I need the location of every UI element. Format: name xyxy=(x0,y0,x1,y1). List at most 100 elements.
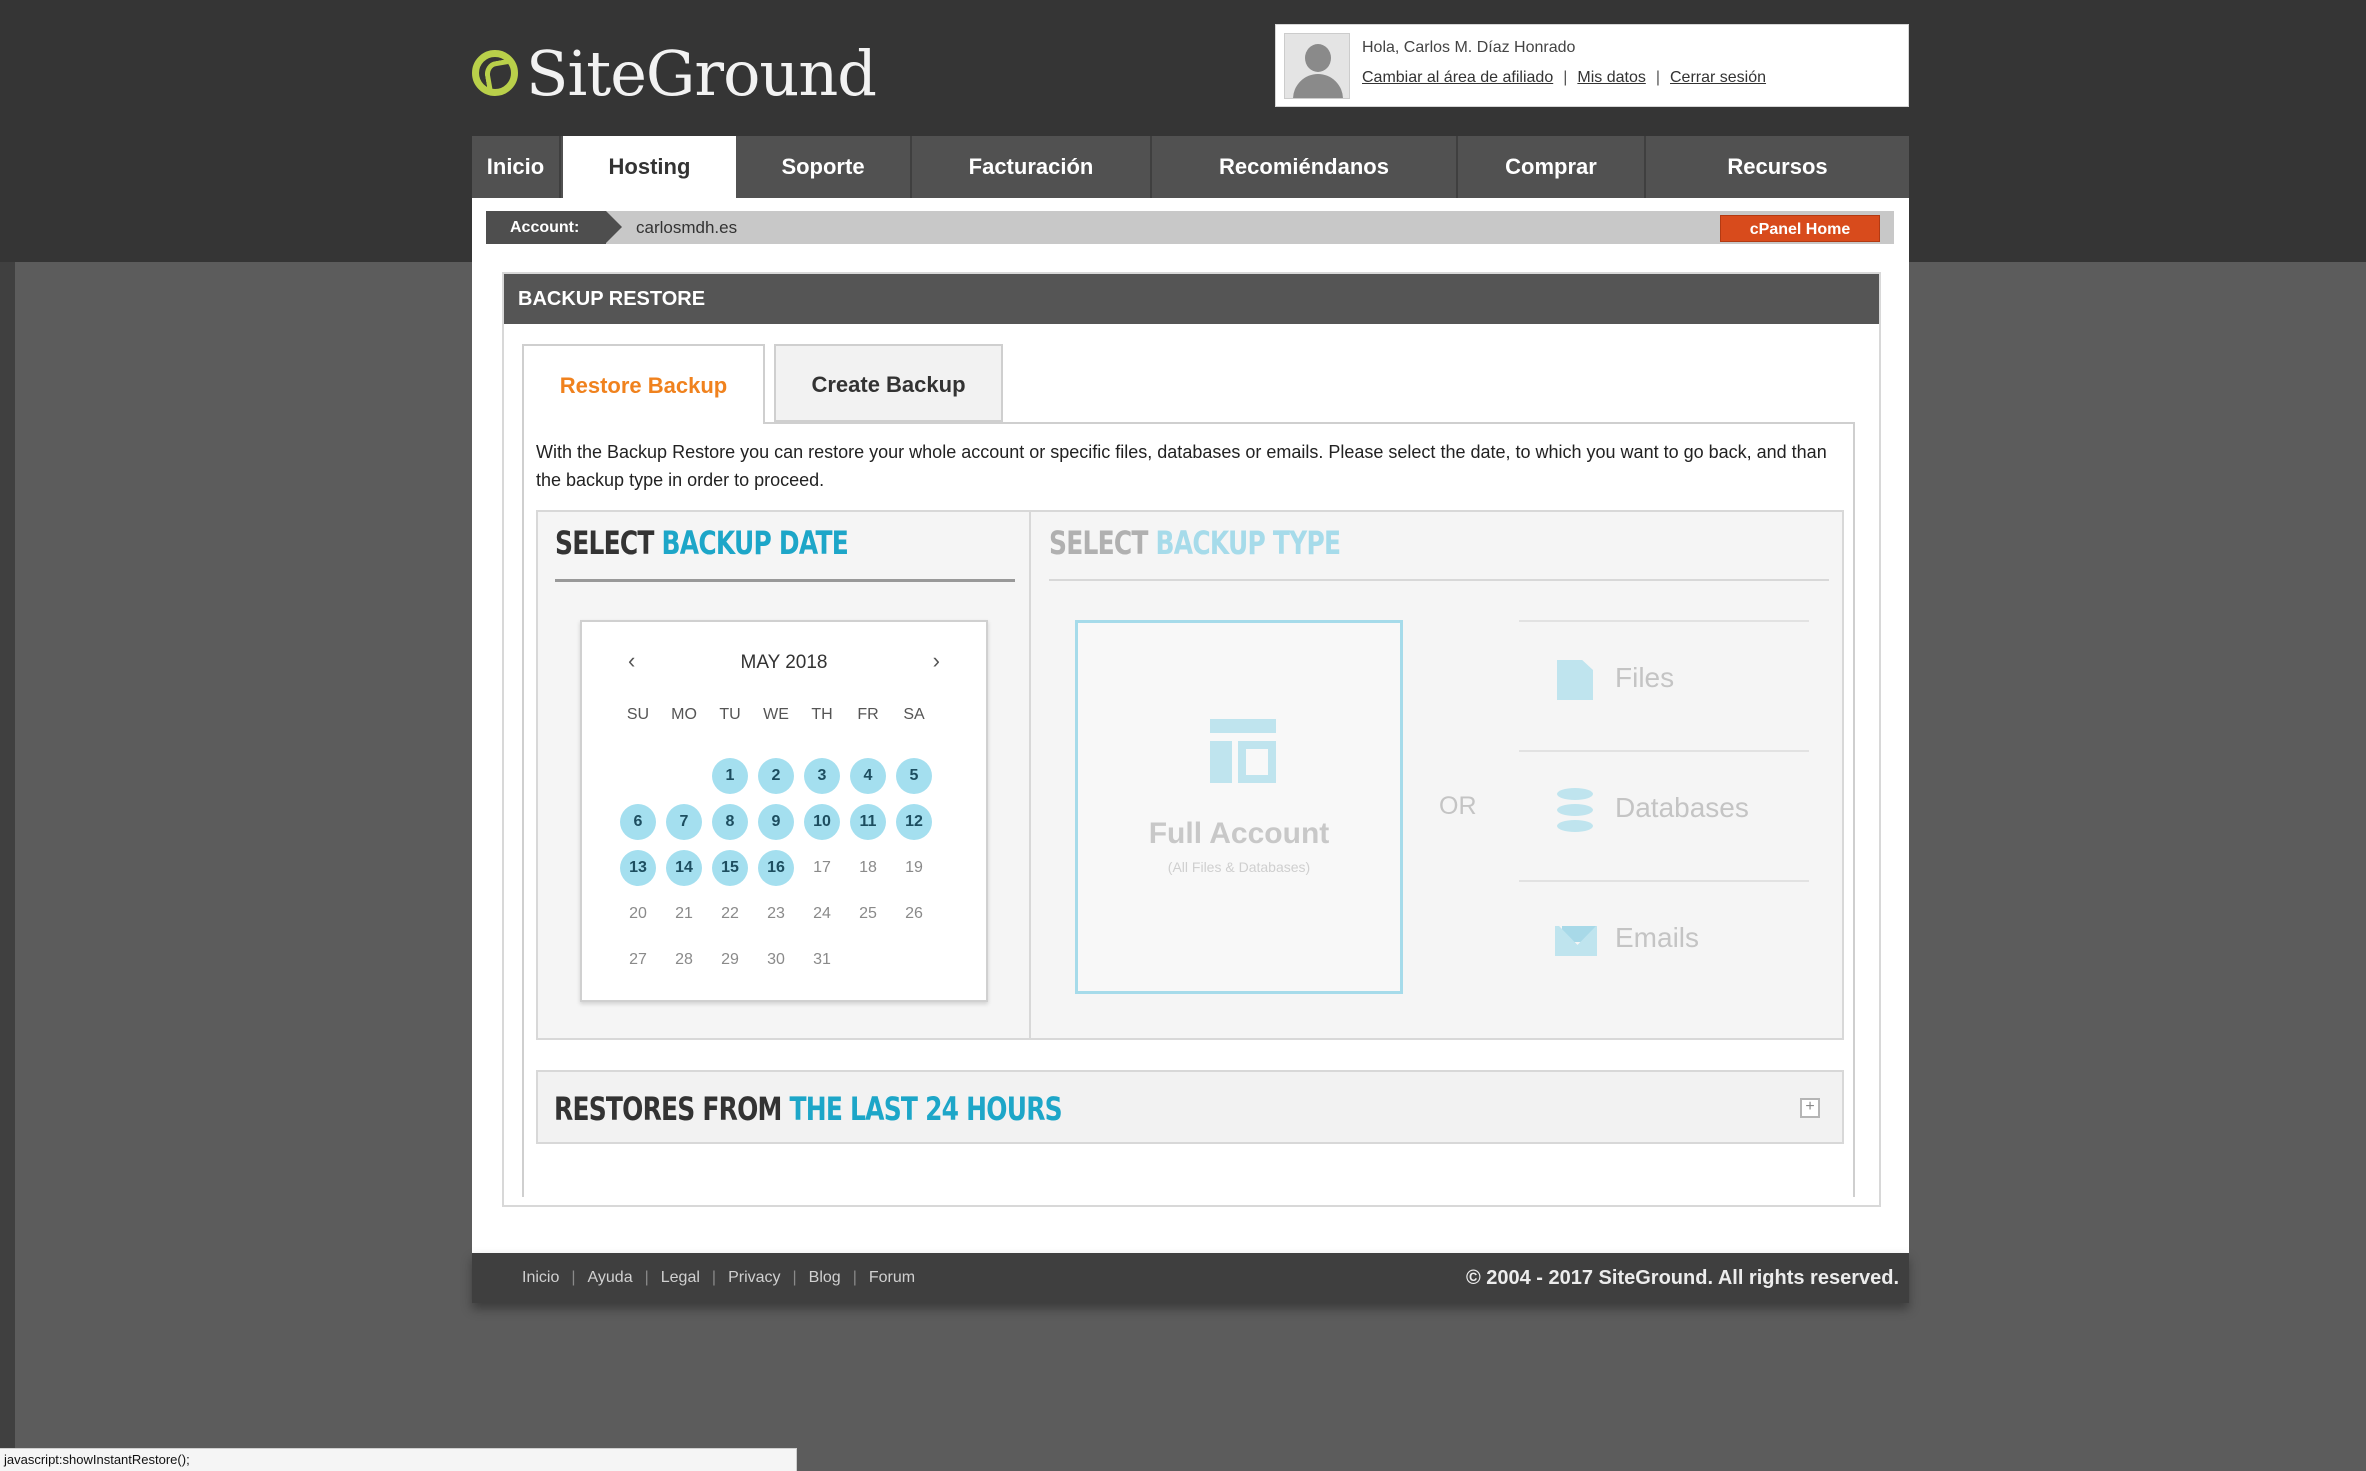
browser-status-bar: javascript:showInstantRestore(); xyxy=(0,1448,797,1471)
files-option[interactable]: Files xyxy=(1519,620,1809,750)
user-box: Hola, Carlos M. Díaz Honrado Cambiar al … xyxy=(1275,24,1909,107)
calendar-day-available[interactable]: 3 xyxy=(804,758,840,794)
layout-icon-part xyxy=(1210,741,1232,783)
calendar-day-available[interactable]: 4 xyxy=(850,758,886,794)
emails-option[interactable]: Emails xyxy=(1519,880,1809,1010)
siteground-logo[interactable]: SiteGround xyxy=(472,28,877,118)
user-greeting: Hola, Carlos M. Díaz Honrado xyxy=(1362,39,1576,56)
tab-create-backup[interactable]: Create Backup xyxy=(774,344,1003,422)
calendar-day-available[interactable]: 11 xyxy=(850,804,886,840)
calendar-weekday: WE xyxy=(763,706,789,723)
date-picker: ‹ MAY 2018 › SU MO TU WE TH FR SA 1 2 3 4 5 6 7 8 9 10 11… xyxy=(580,620,988,1002)
footer-link-inicio[interactable]: Inicio xyxy=(522,1269,559,1286)
calendar-weekday: SU xyxy=(626,706,650,723)
calendar-day-available[interactable]: 13 xyxy=(620,850,656,886)
calendar-day-available[interactable]: 7 xyxy=(666,804,702,840)
affiliate-link[interactable]: Cambiar al área de afiliado xyxy=(1362,69,1553,86)
footer-links: Inicio | Ayuda | Legal | Privacy | Blog | Forum xyxy=(522,1253,915,1303)
select-area: SELECT BACKUP DATE ‹ MAY 2018 › SU MO TU WE… xyxy=(536,510,1844,1040)
heading-plain: SELECT xyxy=(555,524,662,562)
calendar-day-available[interactable]: 6 xyxy=(620,804,656,840)
heading-accent: BACKUP DATE xyxy=(661,524,849,562)
expand-icon[interactable]: + xyxy=(1800,1098,1820,1118)
calendar-day-available[interactable]: 16 xyxy=(758,850,794,886)
my-data-link[interactable]: Mis datos xyxy=(1577,69,1645,86)
description-text: With the Backup Restore you can restore … xyxy=(536,442,1827,490)
calendar-day-unavailable: 24 xyxy=(813,905,831,922)
link-separator: | xyxy=(644,1269,649,1286)
left-edge xyxy=(0,262,15,1471)
logo-swirl-icon xyxy=(472,50,518,96)
calendar-day-available[interactable]: 1 xyxy=(712,758,748,794)
calendar-day-unavailable: 25 xyxy=(859,905,877,922)
calendar-day-unavailable: 22 xyxy=(721,905,739,922)
databases-option[interactable]: Databases xyxy=(1519,750,1809,880)
link-separator: | xyxy=(792,1269,797,1286)
main-nav: Inicio Hosting Soporte Facturación Recom… xyxy=(472,136,1909,202)
footer-link-ayuda[interactable]: Ayuda xyxy=(588,1269,633,1286)
calendar-day-available[interactable]: 8 xyxy=(712,804,748,840)
calendar-weekday: TU xyxy=(719,706,741,723)
calendar-day-available[interactable]: 15 xyxy=(712,850,748,886)
link-separator: | xyxy=(852,1269,857,1286)
calendar-day-available[interactable]: 9 xyxy=(758,804,794,840)
calendar-day-unavailable: 26 xyxy=(905,905,923,922)
calendar-day-unavailable: 29 xyxy=(721,951,739,968)
nav-tab-hosting[interactable]: Hosting xyxy=(563,136,736,202)
full-account-option[interactable]: Full Account (All Files & Databases) xyxy=(1075,620,1403,994)
footer-link-blog[interactable]: Blog xyxy=(809,1269,841,1286)
calendar-day-available[interactable]: 5 xyxy=(896,758,932,794)
avatar-head-icon xyxy=(1305,44,1331,72)
backup-restore-box: BACKUP RESTORE Restore Backup Create Bac… xyxy=(502,272,1881,1207)
avatar-body-icon xyxy=(1293,74,1343,98)
restores-last-24h[interactable]: RESTORES FROM THE LAST 24 HOURS + xyxy=(536,1070,1844,1144)
avatar[interactable] xyxy=(1284,33,1350,99)
nav-tab-recursos[interactable]: Recursos xyxy=(1646,136,1909,198)
calendar-weekday: MO xyxy=(671,706,697,723)
calendar-day-available[interactable]: 12 xyxy=(896,804,932,840)
calendar-weekday: SA xyxy=(903,706,925,723)
link-separator: | xyxy=(1655,69,1660,86)
copyright: © 2004 - 2017 SiteGround. All rights res… xyxy=(1465,1267,1899,1289)
nav-tab-inicio[interactable]: Inicio xyxy=(472,136,561,198)
layout-icon xyxy=(1210,719,1276,733)
envelope-icon xyxy=(1555,926,1597,956)
full-account-sublabel: (All Files & Databases) xyxy=(1167,859,1311,875)
footer-link-legal[interactable]: Legal xyxy=(661,1269,700,1286)
nav-tab-facturacion[interactable]: Facturación xyxy=(912,136,1152,198)
calendar-weekday: FR xyxy=(857,706,879,723)
calendar-day-unavailable: 28 xyxy=(675,951,693,968)
chevron-right-icon[interactable]: › xyxy=(933,648,940,674)
calendar-day-unavailable: 21 xyxy=(675,905,693,922)
or-label: OR xyxy=(1439,792,1477,820)
calendar-day-available[interactable]: 2 xyxy=(758,758,794,794)
tab-content: With the Backup Restore you can restore … xyxy=(522,422,1855,1197)
restores-heading: RESTORES FROM THE LAST 24 HOURS xyxy=(554,1090,1063,1128)
cpanel-home-button[interactable]: cPanel Home xyxy=(1720,215,1880,242)
calendar-day-unavailable: 27 xyxy=(629,951,647,968)
nav-tab-soporte[interactable]: Soporte xyxy=(736,136,912,198)
file-icon xyxy=(1557,660,1593,700)
calendar-day-available[interactable]: 10 xyxy=(804,804,840,840)
calendar-day-unavailable: 20 xyxy=(629,905,647,922)
calendar-day-available[interactable]: 14 xyxy=(666,850,702,886)
emails-label: Emails xyxy=(1615,922,1700,953)
backup-type-column: SELECT BACKUP TYPE Full Account (All Fil… xyxy=(1033,512,1844,1038)
footer-link-forum[interactable]: Forum xyxy=(869,1269,915,1286)
select-type-heading: SELECT BACKUP TYPE xyxy=(1049,524,1341,562)
full-account-label: Full Account xyxy=(1148,817,1330,850)
nav-tab-recomiendanos[interactable]: Recomiéndanos xyxy=(1152,136,1458,198)
select-date-heading: SELECT BACKUP DATE xyxy=(555,524,849,562)
database-icon xyxy=(1557,788,1593,832)
link-separator: | xyxy=(571,1269,576,1286)
footer: Inicio | Ayuda | Legal | Privacy | Blog | Forum © … xyxy=(472,1253,1909,1303)
heading-accent: BACKUP TYPE xyxy=(1155,524,1341,562)
nav-tab-comprar[interactable]: Comprar xyxy=(1458,136,1646,198)
heading-plain: RESTORES FROM xyxy=(554,1090,790,1128)
tab-restore-backup[interactable]: Restore Backup xyxy=(522,344,765,424)
link-separator: | xyxy=(711,1269,717,1286)
files-label: Files xyxy=(1615,662,1675,693)
logout-link[interactable]: Cerrar sesión xyxy=(1670,69,1766,86)
footer-link-privacy[interactable]: Privacy xyxy=(728,1269,780,1286)
account-label: Account: xyxy=(486,211,622,244)
